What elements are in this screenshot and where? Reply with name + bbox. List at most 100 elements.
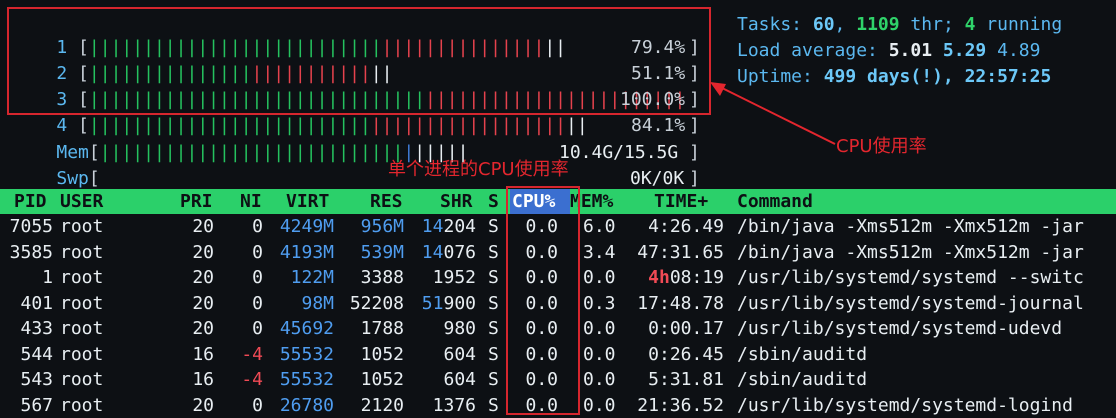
cell-state: S xyxy=(488,394,499,416)
cell-pid: 7055 xyxy=(9,216,53,237)
cell-state: S xyxy=(488,216,499,237)
cell-res: 1052 xyxy=(360,369,404,390)
cell-pri: 16 xyxy=(192,343,214,365)
cell-res: 1788 xyxy=(360,318,404,339)
col-command[interactable]: Command xyxy=(737,189,813,214)
cell-pid: 433 xyxy=(20,318,53,339)
cell-command: /usr/lib/systemd/systemd --switc xyxy=(737,267,1084,288)
cpu-column-highlight-box xyxy=(506,186,580,415)
load-1: 5.01 xyxy=(888,40,933,61)
cell-ni: 0 xyxy=(252,216,263,237)
cell-res: 956M xyxy=(360,216,404,237)
cell-user: root xyxy=(60,241,104,263)
tasks-line: Tasks: 60, 1109 thr; 4 running xyxy=(737,14,1063,35)
cell-virt: 98M xyxy=(301,292,334,314)
col-state[interactable]: S xyxy=(488,189,499,214)
cell-virt: 55532 xyxy=(279,343,334,365)
col-pri[interactable]: PRI xyxy=(180,189,213,214)
cell-time: 4:26.49 xyxy=(648,216,724,237)
cell-shr: 51900 xyxy=(421,292,476,314)
cell-pid: 567 xyxy=(20,394,53,416)
cell-mem: 0.3 xyxy=(583,292,616,314)
col-res[interactable]: RES xyxy=(370,189,403,214)
cell-state: S xyxy=(488,267,499,288)
cell-mem: 0.0 xyxy=(583,394,616,416)
cell-shr: 604 xyxy=(443,369,476,390)
threads-count: 1109 xyxy=(856,14,900,35)
swp-meter-value: 0K/0K xyxy=(630,168,685,189)
cell-virt: 55532 xyxy=(279,369,334,390)
cell-user: root xyxy=(60,267,104,288)
cell-virt: 4193M xyxy=(279,241,334,263)
cell-mem: 0.0 xyxy=(583,267,616,288)
cell-mem: 0.0 xyxy=(583,318,616,339)
cell-pri: 20 xyxy=(192,292,214,314)
cell-mem: 0.0 xyxy=(583,343,616,365)
cell-res: 3388 xyxy=(360,267,404,288)
annotation-arrow xyxy=(710,82,836,145)
cell-command: /usr/lib/systemd/systemd-logind xyxy=(737,394,1073,416)
cell-user: root xyxy=(60,394,104,416)
cell-shr: 14204 xyxy=(421,216,476,237)
cell-command: /bin/java -Xms512m -Xmx512m -jar xyxy=(737,241,1084,263)
cell-shr: 1376 xyxy=(432,394,476,416)
cell-virt: 26780 xyxy=(279,394,334,416)
cell-state: S xyxy=(488,343,499,365)
col-virt[interactable]: VIRT xyxy=(286,189,329,214)
cell-mem: 0.0 xyxy=(583,369,616,390)
cell-user: root xyxy=(60,318,104,339)
cpu-meter-percent: 84.1% xyxy=(631,115,686,136)
cell-pri: 20 xyxy=(192,394,214,416)
cell-pid: 1 xyxy=(42,267,53,288)
cell-time: 0:26.45 xyxy=(648,343,724,365)
col-ni[interactable]: NI xyxy=(240,189,262,214)
cell-time: 21:36.52 xyxy=(637,394,724,416)
cell-res: 539M xyxy=(360,241,404,263)
running-count: 4 xyxy=(964,14,976,35)
tasks-count: 60 xyxy=(812,14,835,35)
col-shr[interactable]: SHR xyxy=(440,189,473,214)
cell-pid: 401 xyxy=(20,292,53,314)
col-time[interactable]: TIME+ xyxy=(654,189,708,214)
cell-ni: 0 xyxy=(252,292,263,314)
cell-mem: 6.0 xyxy=(583,216,616,237)
cell-res: 2120 xyxy=(360,394,404,416)
cell-state: S xyxy=(488,369,499,390)
cell-shr: 604 xyxy=(443,343,476,365)
cpu-meters-highlight-box xyxy=(7,7,711,115)
cell-pri: 20 xyxy=(192,318,214,339)
mem-meter-value: 10.4G/15.5G xyxy=(559,142,679,163)
process-cpu-annotation: 单个进程的CPU使用率 xyxy=(388,159,569,180)
cell-ni: -4 xyxy=(241,369,263,390)
cell-state: S xyxy=(488,292,499,314)
cell-shr: 980 xyxy=(443,318,476,339)
load-average-line: Load average: 5.01 5.29 4.89 xyxy=(737,40,1041,61)
cell-time: 4h08:19 xyxy=(648,267,724,288)
cell-ni: 0 xyxy=(252,241,263,263)
swp-meter-label: Swp xyxy=(56,168,89,189)
cell-pid: 3585 xyxy=(9,241,53,263)
col-pid[interactable]: PID xyxy=(14,189,47,214)
cell-ni: 0 xyxy=(252,267,263,288)
cell-pid: 544 xyxy=(20,343,53,365)
col-user[interactable]: USER xyxy=(60,189,103,214)
cell-user: root xyxy=(60,369,104,390)
cell-pid: 543 xyxy=(20,369,53,390)
cpu-usage-annotation: CPU使用率 xyxy=(836,136,927,157)
cell-user: root xyxy=(60,216,104,237)
load-15: 4.89 xyxy=(997,40,1041,61)
uptime-value: 499 days(!), 22:57:25 xyxy=(823,66,1052,87)
cell-command: /sbin/auditd xyxy=(737,369,868,390)
cell-virt: 4249M xyxy=(279,216,334,237)
cell-command: /usr/lib/systemd/systemd-udevd xyxy=(737,318,1063,339)
cell-shr: 14076 xyxy=(421,241,476,263)
cell-pri: 20 xyxy=(192,216,214,237)
cell-pri: 20 xyxy=(192,267,214,288)
cell-res: 52208 xyxy=(349,292,404,314)
cell-user: root xyxy=(60,343,104,365)
cell-user: root xyxy=(60,292,104,314)
cell-time: 5:31.81 xyxy=(648,369,724,390)
cell-pri: 16 xyxy=(192,369,214,390)
cell-command: /bin/java -Xms512m -Xmx512m -jar xyxy=(737,216,1084,237)
cell-ni: -4 xyxy=(241,343,263,365)
